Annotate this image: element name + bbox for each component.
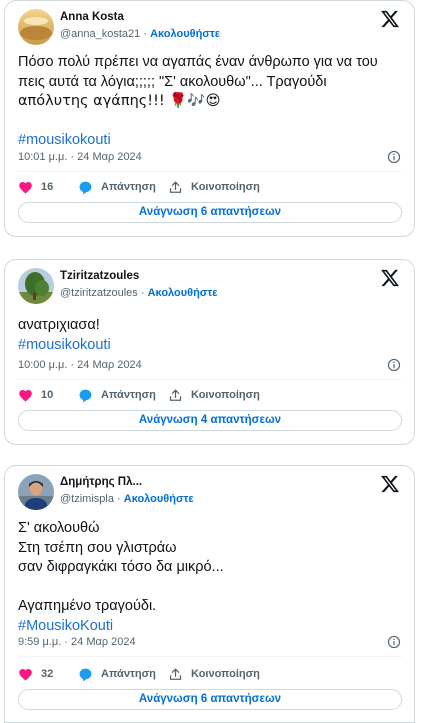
tweet-text-line: Στη τσέπη σου γλιστράω [18,539,177,556]
tweet-card[interactable]: Anna Kosta @anna_kosta21 · Ακολουθήστε Π… [4,0,415,237]
reply-button[interactable]: Απάντηση [78,665,156,683]
like-button[interactable]: 10 [18,386,53,404]
tweet-text: Πόσο πολύ πρέπει να αγαπάς έναν άνθρωπο … [18,53,402,151]
avatar[interactable] [18,268,54,304]
share-label: Κοινοποίηση [191,389,260,401]
heart-icon [18,667,33,682]
reply-bubble-icon [78,180,93,195]
tweet-text-line: πεις αυτά τα λόγια;;;;; "Σ' ακολουθω"...… [18,73,327,90]
read-replies-button[interactable]: Ανάγνωση 6 απαντήσεων [18,689,402,710]
divider [18,656,402,657]
tweet-text-line: σαν διφραγκάκι τόσο δα μικρό... [18,559,224,575]
author-handle[interactable]: @tziritzatzoules [60,287,138,299]
follow-button[interactable]: Ακολουθήστε [148,287,218,299]
author-handle-row: @anna_kosta21 · Ακολουθήστε [60,28,220,40]
share-button[interactable]: Κοινοποίηση [168,665,260,683]
tweet-text: ανατριχιασα! #mousikokouti [18,316,402,355]
author-name[interactable]: Δημήτρης Πλ... [60,476,142,488]
tweet-text-line: απόλυτης αγάπης!!! 🌹🎶😍 [18,93,221,109]
tweet-header: Δημήτρης Πλ... @tzimispla · Ακολουθήστε [18,474,404,514]
hashtag-link[interactable]: #MousikoKouti [18,617,402,637]
share-label: Κοινοποίηση [191,668,260,680]
author-handle[interactable]: @anna_kosta21 [60,28,140,40]
timestamp[interactable]: 9:59 μ.μ. · 24 Μαρ 2024 [18,636,136,648]
author-handle-row: @tziritzatzoules · Ακολουθήστε [60,287,217,299]
author-name[interactable]: Tziritzatzoules [60,270,139,282]
info-icon[interactable] [387,150,401,164]
share-icon [168,180,183,195]
reply-label: Απάντηση [101,181,156,193]
author-name[interactable]: Anna Kosta [60,11,124,23]
hashtag-link[interactable]: #mousikokouti [18,336,402,356]
reply-label: Απάντηση [101,668,156,680]
x-logo-icon[interactable] [380,268,400,288]
tweet-text-line: ανατριχιασα! [18,317,100,333]
tweet-text-line: Σ' ακολουθώ [18,520,100,536]
info-icon[interactable] [387,635,401,649]
like-count: 10 [41,389,54,401]
tweet-text-line [18,578,402,598]
author-handle[interactable]: @tzimispla [60,493,114,505]
read-replies-button[interactable]: Ανάγνωση 4 απαντήσεων [18,410,402,431]
share-button[interactable]: Κοινοποίηση [168,386,260,404]
share-button[interactable]: Κοινοποίηση [168,178,260,196]
reply-button[interactable]: Απάντηση [78,386,156,404]
tweet-card[interactable]: Tziritzatzoules @tziritzatzoules · Ακολο… [4,259,415,445]
tweet-text-line: Πόσο πολύ πρέπει να αγαπάς έναν άνθρωπο … [18,54,378,70]
avatar[interactable] [18,9,54,45]
tweet-text-line: Αγαπημένο τραγούδι. [18,598,157,614]
reply-label: Απάντηση [101,389,156,401]
separator-dot: · [140,287,145,299]
share-icon [168,388,183,403]
x-logo-icon[interactable] [380,474,400,494]
tweet-header: Tziritzatzoules @tziritzatzoules · Ακολο… [18,268,404,308]
divider [18,171,402,172]
tweet-text-line [18,112,402,132]
reply-button[interactable]: Απάντηση [78,178,156,196]
follow-button[interactable]: Ακολουθήστε [124,493,194,505]
reply-bubble-icon [78,388,93,403]
read-replies-button[interactable]: Ανάγνωση 6 απαντήσεων [18,202,402,223]
like-count: 32 [41,668,54,680]
tweet-text: Σ' ακολουθώ Στη τσέπη σου γλιστράω σαν δ… [18,519,402,636]
heart-icon [18,388,33,403]
avatar[interactable] [18,474,54,510]
tweet-header: Anna Kosta @anna_kosta21 · Ακολουθήστε [18,9,404,49]
heart-icon [18,180,33,195]
author-handle-row: @tzimispla · Ακολουθήστε [60,493,194,505]
like-button[interactable]: 32 [18,665,53,683]
like-button[interactable]: 16 [18,178,53,196]
x-logo-icon[interactable] [380,9,400,29]
divider [18,379,402,380]
tweet-card[interactable]: Δημήτρης Πλ... @tzimispla · Ακολουθήστε … [4,465,415,723]
separator-dot: · [143,28,148,40]
like-count: 16 [41,181,54,193]
follow-button[interactable]: Ακολουθήστε [150,28,220,40]
timestamp[interactable]: 10:01 μ.μ. · 24 Μαρ 2024 [18,151,142,163]
separator-dot: · [117,493,121,505]
share-icon [168,667,183,682]
info-icon[interactable] [387,358,401,372]
hashtag-link[interactable]: #mousikokouti [18,131,402,151]
reply-bubble-icon [78,667,93,682]
timestamp[interactable]: 10:00 μ.μ. · 24 Μαρ 2024 [18,359,142,371]
share-label: Κοινοποίηση [191,181,260,193]
